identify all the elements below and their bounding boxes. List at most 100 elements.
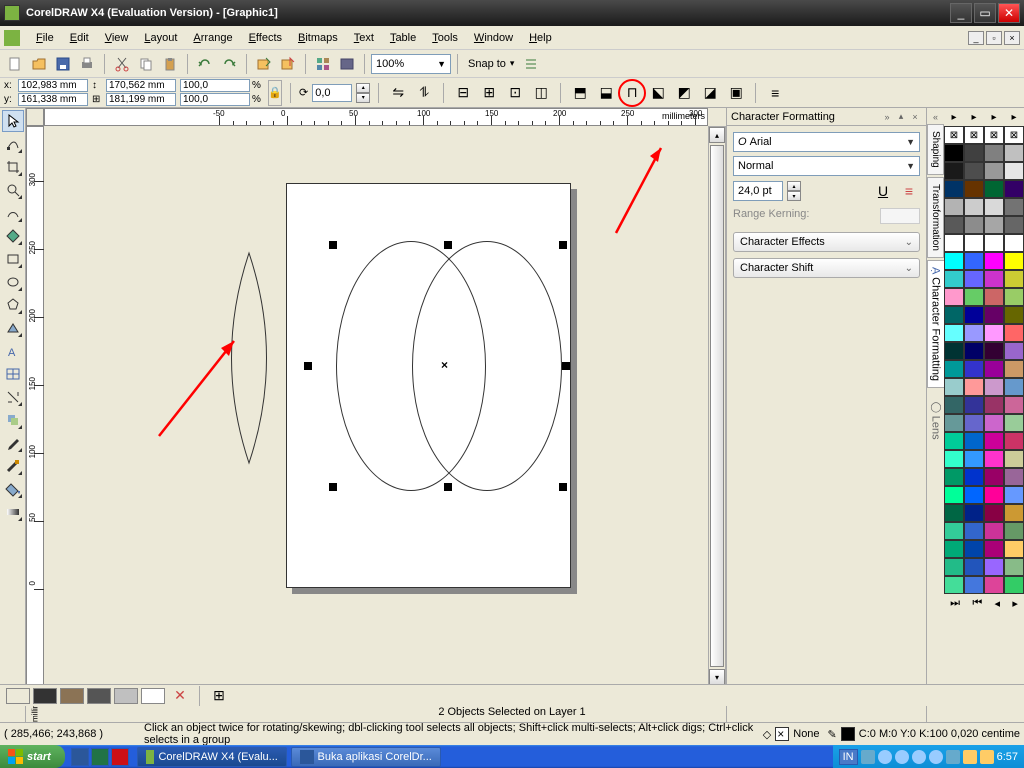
doc-close-button[interactable]: × <box>1004 31 1020 45</box>
color-swatch[interactable] <box>964 468 984 486</box>
color-swatch[interactable] <box>1004 486 1024 504</box>
combine-button[interactable]: ◫ <box>530 82 552 104</box>
app-launcher-button[interactable] <box>312 53 334 75</box>
color-swatch[interactable] <box>1004 342 1024 360</box>
handle-bc[interactable] <box>444 483 452 491</box>
transformation-tab[interactable]: Transformation <box>927 177 944 258</box>
tray-icon-4[interactable] <box>912 750 926 764</box>
open-button[interactable] <box>28 53 50 75</box>
character-effects-expander[interactable]: Character Effects⌄ <box>733 232 920 252</box>
rotation-spinner[interactable]: ▴▾ <box>356 83 370 103</box>
color-swatch[interactable] <box>984 288 1004 306</box>
outline-indicator[interactable]: ✎C:0 M:0 Y:0 K:100 0,020 centime <box>828 727 1020 741</box>
color-swatch[interactable] <box>944 432 964 450</box>
menu-layout[interactable]: Layout <box>136 30 185 46</box>
color-swatch[interactable] <box>944 234 964 252</box>
menu-help[interactable]: Help <box>521 30 560 46</box>
color-swatch[interactable] <box>964 504 984 522</box>
color-swatch[interactable] <box>984 540 1004 558</box>
freehand-tool[interactable] <box>2 202 24 224</box>
handle-ml[interactable] <box>304 362 312 370</box>
text-tool[interactable]: A <box>2 340 24 362</box>
color-swatch[interactable] <box>964 234 984 252</box>
color-swatch[interactable] <box>964 252 984 270</box>
interactive-fill-tool[interactable] <box>2 501 24 523</box>
color-swatch[interactable] <box>964 540 984 558</box>
boundary-button[interactable]: ▣ <box>725 82 747 104</box>
ql-excel-icon[interactable] <box>91 748 109 766</box>
menu-view[interactable]: View <box>97 30 137 46</box>
shape-tool[interactable] <box>2 133 24 155</box>
handle-bl[interactable] <box>329 483 337 491</box>
clock[interactable]: 6:57 <box>997 751 1018 763</box>
options-button[interactable] <box>520 53 542 75</box>
color-swatch[interactable] <box>964 522 984 540</box>
color-swatch[interactable] <box>984 198 1004 216</box>
kerning-input[interactable] <box>880 208 920 224</box>
color-swatch[interactable] <box>984 378 1004 396</box>
lens-tab[interactable]: ◯ Lens <box>928 398 944 444</box>
ungroup-button[interactable]: ⊟ <box>452 82 474 104</box>
color-swatch[interactable] <box>964 270 984 288</box>
menu-effects[interactable]: Effects <box>241 30 290 46</box>
underline-button[interactable]: U <box>872 180 894 202</box>
color-swatch[interactable] <box>984 324 1004 342</box>
menu-tools[interactable]: Tools <box>424 30 466 46</box>
doc-restore-button[interactable]: ▫ <box>986 31 1002 45</box>
ellipse-tool[interactable] <box>2 271 24 293</box>
color-swatch[interactable] <box>964 558 984 576</box>
back-minus-front-button[interactable]: ◪ <box>699 82 721 104</box>
recent-swatch[interactable] <box>6 688 30 704</box>
color-swatch[interactable] <box>964 198 984 216</box>
color-swatch[interactable] <box>944 504 964 522</box>
color-swatch[interactable] <box>944 270 964 288</box>
color-swatch[interactable] <box>984 306 1004 324</box>
color-swatch[interactable] <box>944 540 964 558</box>
color-swatch[interactable] <box>984 504 1004 522</box>
color-swatch[interactable] <box>1004 522 1024 540</box>
eyedropper-tool[interactable] <box>2 432 24 454</box>
handle-tl[interactable] <box>329 241 337 249</box>
color-swatch[interactable] <box>944 468 964 486</box>
color-swatch[interactable] <box>964 432 984 450</box>
color-swatch[interactable] <box>984 162 1004 180</box>
color-swatch[interactable] <box>944 144 964 162</box>
recent-swatch[interactable] <box>87 688 111 704</box>
color-swatch[interactable] <box>1004 252 1024 270</box>
color-swatch[interactable] <box>964 378 984 396</box>
color-swatch[interactable] <box>1004 288 1024 306</box>
color-swatch[interactable] <box>944 396 964 414</box>
undo-button[interactable] <box>194 53 216 75</box>
horizontal-ruler[interactable]: millimeters -50050100150200250300 <box>44 108 708 126</box>
color-swatch[interactable] <box>984 396 1004 414</box>
color-swatch[interactable] <box>984 252 1004 270</box>
menu-table[interactable]: Table <box>382 30 424 46</box>
color-swatch[interactable] <box>964 324 984 342</box>
simplify-button[interactable]: ⬕ <box>647 82 669 104</box>
export-button[interactable] <box>277 53 299 75</box>
color-swatch[interactable] <box>984 342 1004 360</box>
no-fill-swatch-3[interactable]: ⊠ <box>984 126 1004 144</box>
import-button[interactable] <box>253 53 275 75</box>
mirror-h-button[interactable]: ⇋ <box>387 82 409 104</box>
fill-tool[interactable] <box>2 478 24 500</box>
canvas[interactable]: × <box>44 126 708 686</box>
sx-input[interactable] <box>180 79 250 92</box>
table-tool[interactable] <box>2 363 24 385</box>
color-swatch[interactable] <box>1004 468 1024 486</box>
handle-br[interactable] <box>559 483 567 491</box>
tray-icon-5[interactable] <box>929 750 943 764</box>
menu-bitmaps[interactable]: Bitmaps <box>290 30 346 46</box>
color-swatch[interactable] <box>964 162 984 180</box>
pick-tool[interactable] <box>2 110 24 132</box>
color-swatch[interactable] <box>1004 324 1024 342</box>
color-swatch[interactable] <box>944 576 964 594</box>
paste-button[interactable] <box>159 53 181 75</box>
color-swatch[interactable] <box>944 360 964 378</box>
tray-icon-8[interactable] <box>980 750 994 764</box>
color-swatch[interactable] <box>1004 450 1024 468</box>
color-swatch[interactable] <box>944 378 964 396</box>
menu-arrange[interactable]: Arrange <box>185 30 240 46</box>
color-swatch[interactable] <box>984 576 1004 594</box>
weld-button[interactable]: ⬒ <box>569 82 591 104</box>
